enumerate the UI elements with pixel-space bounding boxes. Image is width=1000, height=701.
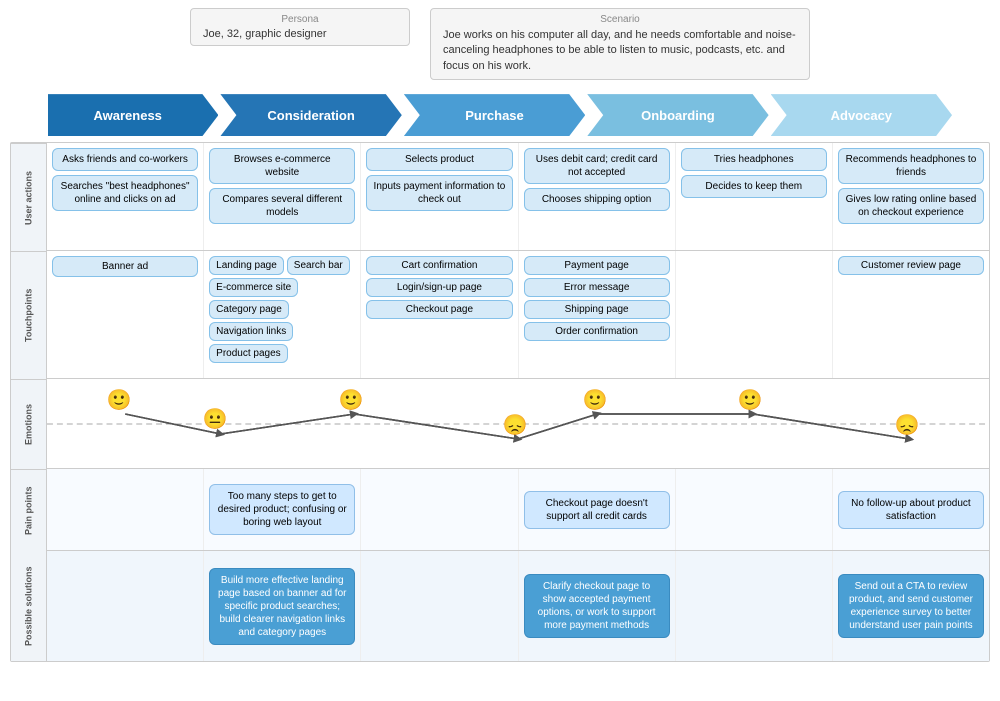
- touchpoints-row: Banner ad Landing page Search bar E-comm…: [47, 251, 989, 379]
- card: Searches "best headphones" online and cl…: [52, 175, 198, 211]
- solution-consideration: Build more effective landing page based …: [204, 551, 361, 661]
- card: Compares several different models: [209, 188, 355, 224]
- persona-box: Persona Joe, 32, graphic designer: [190, 8, 410, 46]
- phase-advocacy: Advocacy: [771, 94, 952, 136]
- card: Error message: [524, 278, 670, 297]
- smiley-consideration: 😐: [203, 407, 228, 432]
- solution-card: Clarify checkout page to show accepted p…: [524, 574, 670, 638]
- ua-onboarding2: Tries headphones Decides to keep them: [676, 143, 833, 250]
- persona-label: Persona: [203, 14, 397, 25]
- ua-advocacy: Recommends headphones to friends Gives l…: [833, 143, 989, 250]
- solution-advocacy: Send out a CTA to review product, and se…: [833, 551, 989, 661]
- scenario-box: Scenario Joe works on his computer all d…: [430, 8, 810, 80]
- user-actions-row: Asks friends and co-workers Searches "be…: [47, 143, 989, 251]
- smiley-awareness: 🙂: [107, 388, 132, 413]
- tp-consideration: Landing page Search bar E-commerce site …: [204, 251, 361, 378]
- card: Landing page: [209, 256, 284, 275]
- solution-onboarding: Clarify checkout page to show accepted p…: [519, 551, 676, 661]
- pain-onboarding: Checkout page doesn't support all credit…: [519, 469, 676, 550]
- pain-card: Too many steps to get to desired product…: [209, 484, 355, 535]
- card: Banner ad: [52, 256, 198, 277]
- card: Cart confirmation: [366, 256, 512, 275]
- persona-content: Joe, 32, graphic designer: [203, 28, 397, 40]
- pain-card: No follow-up about product satisfaction: [838, 491, 984, 529]
- solutions-row: Build more effective landing page based …: [47, 551, 989, 661]
- card: Recommends headphones to friends: [838, 148, 984, 184]
- pain-row: Too many steps to get to desired product…: [47, 469, 989, 551]
- card: Shipping page: [524, 300, 670, 319]
- ua-purchase: Selects product Inputs payment informati…: [361, 143, 518, 250]
- row-label-solutions: Possible solutions: [11, 551, 46, 661]
- card: Login/sign-up page: [366, 278, 512, 297]
- smiley-advocacy-sad: 😞: [895, 413, 920, 438]
- card: Product pages: [209, 344, 288, 363]
- pain-card: Checkout page doesn't support all credit…: [524, 491, 670, 529]
- phase-awareness: Awareness: [48, 94, 218, 136]
- scenario-content: Joe works on his computer all day, and h…: [443, 28, 797, 74]
- row-label-pain: Pain points: [11, 469, 46, 551]
- card: Inputs payment information to check out: [366, 175, 512, 211]
- card: Decides to keep them: [681, 175, 827, 198]
- pain-advocacy: No follow-up about product satisfaction: [833, 469, 989, 550]
- phase-onboarding: Onboarding: [587, 94, 768, 136]
- scenario-label: Scenario: [443, 14, 797, 25]
- card: Customer review page: [838, 256, 984, 275]
- smiley-onboarding: 🙂: [583, 388, 608, 413]
- smiley-onboarding-sad: 😞: [503, 413, 528, 438]
- card: Navigation links: [209, 322, 293, 341]
- card: Uses debit card; credit card not accepte…: [524, 148, 670, 184]
- tp-purchase: Cart confirmation Login/sign-up page Che…: [361, 251, 518, 378]
- ua-consideration: Browses e-commerce website Compares seve…: [204, 143, 361, 250]
- ua-awareness: Asks friends and co-workers Searches "be…: [47, 143, 204, 250]
- emotions-row: 🙂 😐 🙂 😞 🙂 🙂 😞: [47, 379, 989, 469]
- row-label-emotions: Emotions: [11, 379, 46, 469]
- card: Tries headphones: [681, 148, 827, 171]
- solution-card: Build more effective landing page based …: [209, 568, 355, 645]
- phase-purchase: Purchase: [404, 94, 585, 136]
- card: Asks friends and co-workers: [52, 148, 198, 171]
- card: E-commerce site: [209, 278, 298, 297]
- card: Chooses shipping option: [524, 188, 670, 211]
- card: Search bar: [287, 256, 350, 275]
- tp-onboarding2: [676, 251, 833, 378]
- pain-consideration: Too many steps to get to desired product…: [204, 469, 361, 550]
- card: Category page: [209, 300, 289, 319]
- smiley-purchase: 🙂: [339, 388, 364, 413]
- tp-onboarding: Payment page Error message Shipping page…: [519, 251, 676, 378]
- card: Gives low rating online based on checkou…: [838, 188, 984, 224]
- phase-consideration: Consideration: [220, 94, 401, 136]
- ua-onboarding: Uses debit card; credit card not accepte…: [519, 143, 676, 250]
- card: Checkout page: [366, 300, 512, 319]
- solution-card: Send out a CTA to review product, and se…: [838, 574, 984, 638]
- smiley-advocacy: 🙂: [738, 388, 763, 413]
- main-container: { "top": { "persona_label": "Persona", "…: [0, 0, 1000, 701]
- tp-awareness: Banner ad: [47, 251, 204, 378]
- row-label-touchpoints: Touchpoints: [11, 251, 46, 379]
- card: Order confirmation: [524, 322, 670, 341]
- card: Selects product: [366, 148, 512, 171]
- row-label-user-actions: User actions: [11, 143, 46, 251]
- card: Browses e-commerce website: [209, 148, 355, 184]
- card: Payment page: [524, 256, 670, 275]
- tp-advocacy: Customer review page: [833, 251, 989, 378]
